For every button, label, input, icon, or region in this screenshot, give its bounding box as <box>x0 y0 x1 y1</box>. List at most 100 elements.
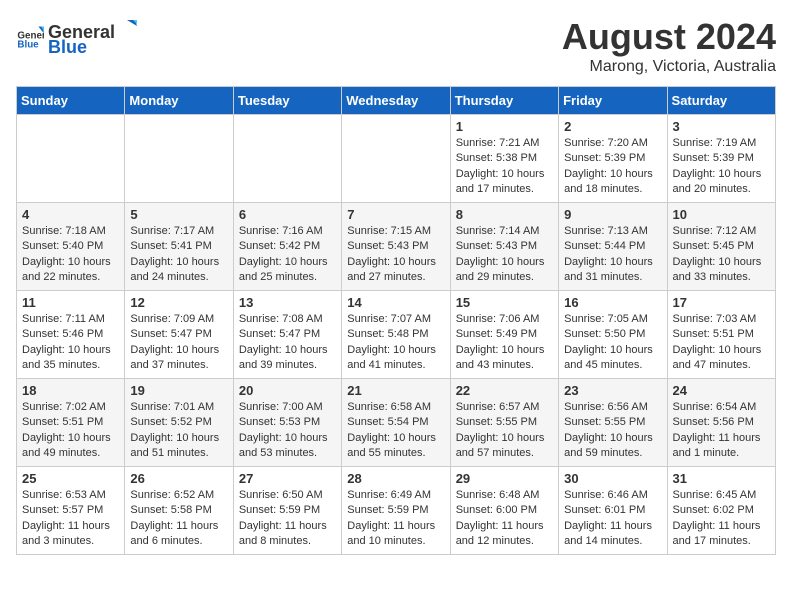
day-info: Sunrise: 7:01 AM Sunset: 5:52 PM Dayligh… <box>130 400 227 462</box>
calendar-cell <box>342 115 450 203</box>
day-number: 20 <box>239 383 336 398</box>
calendar-table: SundayMondayTuesdayWednesdayThursdayFrid… <box>16 86 776 555</box>
day-info: Sunrise: 6:53 AM Sunset: 5:57 PM Dayligh… <box>22 488 119 550</box>
logo-bird-icon <box>115 16 137 38</box>
day-number: 11 <box>22 295 119 310</box>
calendar-cell <box>233 115 341 203</box>
calendar-header-row: SundayMondayTuesdayWednesdayThursdayFrid… <box>17 87 776 115</box>
day-info: Sunrise: 6:58 AM Sunset: 5:54 PM Dayligh… <box>347 400 444 462</box>
day-number: 12 <box>130 295 227 310</box>
calendar-cell: 19 Sunrise: 7:01 AM Sunset: 5:52 PM Dayli… <box>125 379 233 467</box>
day-info: Sunrise: 7:21 AM Sunset: 5:38 PM Dayligh… <box>456 136 553 198</box>
day-info: Sunrise: 7:05 AM Sunset: 5:50 PM Dayligh… <box>564 312 661 374</box>
calendar-cell: 17Sunrise: 7:03 AM Sunset: 5:51 PM Dayli… <box>667 291 775 379</box>
calendar-cell: 25 Sunrise: 6:53 AM Sunset: 5:57 PM Dayli… <box>17 467 125 555</box>
column-header-sunday: Sunday <box>17 87 125 115</box>
day-info: Sunrise: 7:02 AM Sunset: 5:51 PM Dayligh… <box>22 400 119 462</box>
day-info: Sunrise: 7:09 AM Sunset: 5:47 PM Dayligh… <box>130 312 227 374</box>
day-number: 16 <box>564 295 661 310</box>
calendar-cell: 8Sunrise: 7:14 AM Sunset: 5:43 PM Daylig… <box>450 203 558 291</box>
main-title: August 2024 <box>562 16 776 58</box>
calendar-cell: 7Sunrise: 7:15 AM Sunset: 5:43 PM Daylig… <box>342 203 450 291</box>
day-number: 24 <box>673 383 770 398</box>
calendar-cell: 5 Sunrise: 7:17 AM Sunset: 5:41 PM Daylig… <box>125 203 233 291</box>
logo-icon: General Blue <box>16 23 44 51</box>
calendar-week-row: 18 Sunrise: 7:02 AM Sunset: 5:51 PM Dayli… <box>17 379 776 467</box>
day-info: Sunrise: 7:11 AM Sunset: 5:46 PM Dayligh… <box>22 312 119 374</box>
calendar-cell: 11 Sunrise: 7:11 AM Sunset: 5:46 PM Dayli… <box>17 291 125 379</box>
title-area: August 2024 Marong, Victoria, Australia <box>562 16 776 76</box>
calendar-cell: 31 Sunrise: 6:45 AM Sunset: 6:02 PM Dayli… <box>667 467 775 555</box>
day-number: 19 <box>130 383 227 398</box>
column-header-tuesday: Tuesday <box>233 87 341 115</box>
calendar-cell: 23 Sunrise: 6:56 AM Sunset: 5:55 PM Dayli… <box>559 379 667 467</box>
calendar-cell: 3 Sunrise: 7:19 AM Sunset: 5:39 PM Daylig… <box>667 115 775 203</box>
day-number: 10 <box>673 207 770 222</box>
column-header-saturday: Saturday <box>667 87 775 115</box>
svg-text:Blue: Blue <box>17 40 39 51</box>
calendar-cell: 29 Sunrise: 6:48 AM Sunset: 6:00 PM Dayli… <box>450 467 558 555</box>
calendar-week-row: 11 Sunrise: 7:11 AM Sunset: 5:46 PM Dayli… <box>17 291 776 379</box>
day-number: 21 <box>347 383 444 398</box>
day-number: 25 <box>22 471 119 486</box>
logo: General Blue General Blue <box>16 16 137 58</box>
calendar-cell: 15Sunrise: 7:06 AM Sunset: 5:49 PM Dayli… <box>450 291 558 379</box>
day-number: 28 <box>347 471 444 486</box>
day-number: 13 <box>239 295 336 310</box>
day-info: Sunrise: 6:56 AM Sunset: 5:55 PM Dayligh… <box>564 400 661 462</box>
day-number: 30 <box>564 471 661 486</box>
day-number: 26 <box>130 471 227 486</box>
day-info: Sunrise: 6:46 AM Sunset: 6:01 PM Dayligh… <box>564 488 661 550</box>
day-info: Sunrise: 6:50 AM Sunset: 5:59 PM Dayligh… <box>239 488 336 550</box>
calendar-cell: 12 Sunrise: 7:09 AM Sunset: 5:47 PM Dayli… <box>125 291 233 379</box>
day-info: Sunrise: 7:13 AM Sunset: 5:44 PM Dayligh… <box>564 224 661 286</box>
day-info: Sunrise: 7:00 AM Sunset: 5:53 PM Dayligh… <box>239 400 336 462</box>
day-info: Sunrise: 7:18 AM Sunset: 5:40 PM Dayligh… <box>22 224 119 286</box>
day-number: 1 <box>456 119 553 134</box>
calendar-cell <box>125 115 233 203</box>
day-number: 7 <box>347 207 444 222</box>
calendar-cell <box>17 115 125 203</box>
day-info: Sunrise: 7:16 AM Sunset: 5:42 PM Dayligh… <box>239 224 336 286</box>
calendar-cell: 14 Sunrise: 7:07 AM Sunset: 5:48 PM Dayli… <box>342 291 450 379</box>
calendar-cell: 10 Sunrise: 7:12 AM Sunset: 5:45 PM Dayli… <box>667 203 775 291</box>
column-header-monday: Monday <box>125 87 233 115</box>
day-info: Sunrise: 7:20 AM Sunset: 5:39 PM Dayligh… <box>564 136 661 198</box>
day-number: 5 <box>130 207 227 222</box>
calendar-cell: 2Sunrise: 7:20 AM Sunset: 5:39 PM Daylig… <box>559 115 667 203</box>
day-number: 31 <box>673 471 770 486</box>
day-info: Sunrise: 7:19 AM Sunset: 5:39 PM Dayligh… <box>673 136 770 198</box>
calendar-cell: 20 Sunrise: 7:00 AM Sunset: 5:53 PM Dayli… <box>233 379 341 467</box>
day-info: Sunrise: 7:12 AM Sunset: 5:45 PM Dayligh… <box>673 224 770 286</box>
calendar-cell: 21 Sunrise: 6:58 AM Sunset: 5:54 PM Dayli… <box>342 379 450 467</box>
calendar-cell: 4Sunrise: 7:18 AM Sunset: 5:40 PM Daylig… <box>17 203 125 291</box>
day-info: Sunrise: 6:48 AM Sunset: 6:00 PM Dayligh… <box>456 488 553 550</box>
day-number: 23 <box>564 383 661 398</box>
calendar-cell: 1 Sunrise: 7:21 AM Sunset: 5:38 PM Daylig… <box>450 115 558 203</box>
day-number: 3 <box>673 119 770 134</box>
day-info: Sunrise: 7:06 AM Sunset: 5:49 PM Dayligh… <box>456 312 553 374</box>
day-number: 17 <box>673 295 770 310</box>
day-number: 29 <box>456 471 553 486</box>
day-number: 6 <box>239 207 336 222</box>
day-info: Sunrise: 6:54 AM Sunset: 5:56 PM Dayligh… <box>673 400 770 462</box>
column-header-friday: Friday <box>559 87 667 115</box>
calendar-week-row: 4Sunrise: 7:18 AM Sunset: 5:40 PM Daylig… <box>17 203 776 291</box>
day-info: Sunrise: 7:17 AM Sunset: 5:41 PM Dayligh… <box>130 224 227 286</box>
calendar-week-row: 1 Sunrise: 7:21 AM Sunset: 5:38 PM Daylig… <box>17 115 776 203</box>
day-number: 27 <box>239 471 336 486</box>
calendar-cell: 18 Sunrise: 7:02 AM Sunset: 5:51 PM Dayli… <box>17 379 125 467</box>
calendar-cell: 28 Sunrise: 6:49 AM Sunset: 5:59 PM Dayli… <box>342 467 450 555</box>
subtitle: Marong, Victoria, Australia <box>562 58 776 76</box>
day-number: 14 <box>347 295 444 310</box>
day-info: Sunrise: 6:45 AM Sunset: 6:02 PM Dayligh… <box>673 488 770 550</box>
calendar-week-row: 25 Sunrise: 6:53 AM Sunset: 5:57 PM Dayli… <box>17 467 776 555</box>
day-number: 18 <box>22 383 119 398</box>
day-number: 22 <box>456 383 553 398</box>
calendar-cell: 24 Sunrise: 6:54 AM Sunset: 5:56 PM Dayli… <box>667 379 775 467</box>
day-info: Sunrise: 6:52 AM Sunset: 5:58 PM Dayligh… <box>130 488 227 550</box>
calendar-cell: 13Sunrise: 7:08 AM Sunset: 5:47 PM Dayli… <box>233 291 341 379</box>
day-info: Sunrise: 6:49 AM Sunset: 5:59 PM Dayligh… <box>347 488 444 550</box>
day-info: Sunrise: 7:07 AM Sunset: 5:48 PM Dayligh… <box>347 312 444 374</box>
day-info: Sunrise: 7:14 AM Sunset: 5:43 PM Dayligh… <box>456 224 553 286</box>
